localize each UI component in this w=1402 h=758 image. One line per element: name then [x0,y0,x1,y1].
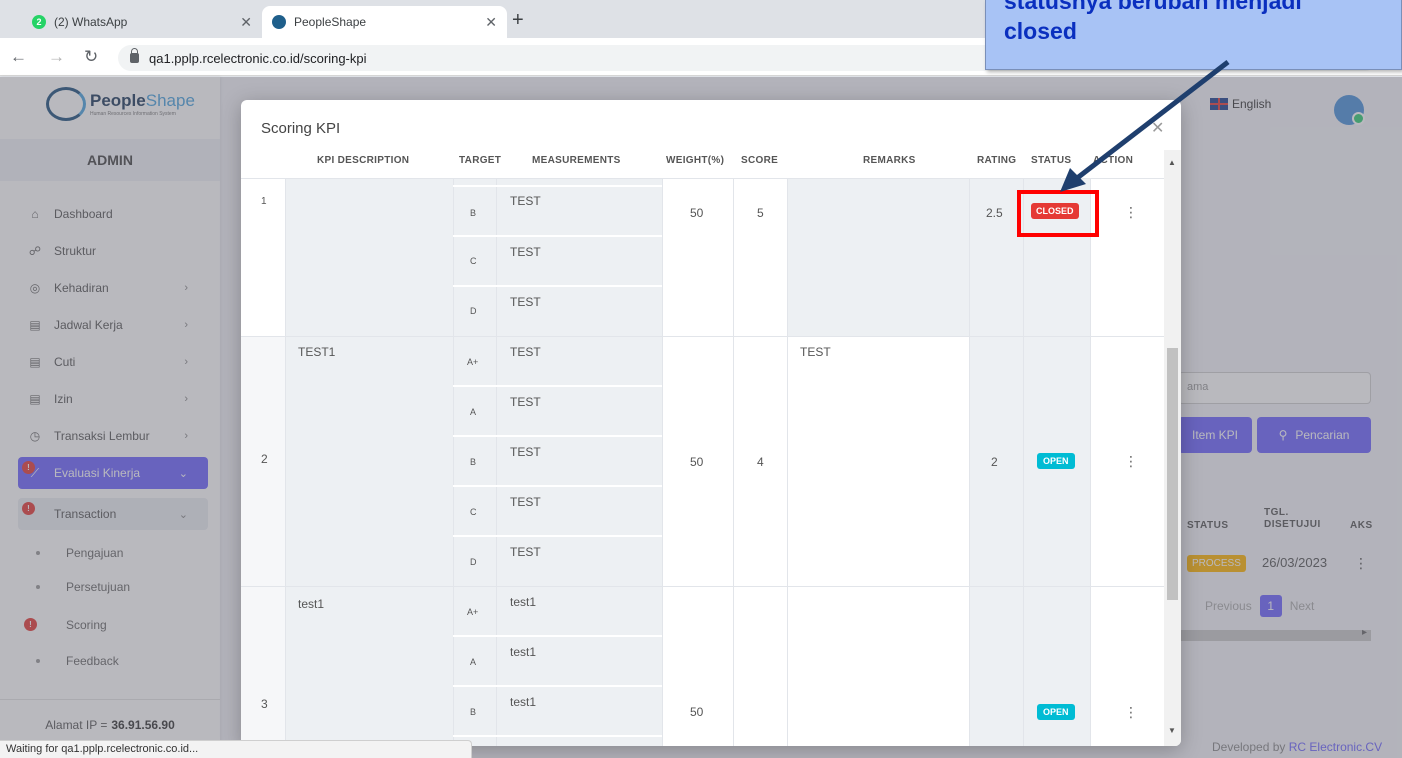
grid-line [453,685,662,687]
rating-value: 2.5 [986,206,1003,220]
row-menu-icon[interactable]: ⋮ [1124,204,1138,221]
kpi-description: test1 [298,597,325,611]
target-label: B [470,457,477,467]
tab-label: (2) WhatsApp [54,15,128,29]
row1-desc-bg [285,178,453,336]
header-measurements: MEASUREMENTS [532,155,621,166]
grid-line [285,178,286,746]
header-kpi-description: KPI DESCRIPTION [317,155,410,166]
target-label: C [470,507,477,517]
modal-title: Scoring KPI [261,120,341,137]
measurement-text: test1 [510,645,537,659]
header-target: TARGET [459,155,502,166]
measurement-text: TEST [510,495,541,509]
header-remarks: REMARKS [863,155,916,166]
measurement-text: test1 [510,595,537,609]
grid-line [453,735,662,737]
grid-line [241,178,1164,179]
grid-line [969,178,970,746]
row-number: 1 [261,196,267,207]
grid-line [241,336,1164,337]
scroll-down-icon[interactable]: ▼ [1168,726,1176,735]
peopleshape-favicon-icon [272,15,286,29]
kpi-description: TEST1 [298,345,336,359]
row-menu-icon[interactable]: ⋮ [1124,453,1138,470]
measurement-text: TEST [510,345,541,359]
grid-line [1023,178,1024,746]
scrollbar-thumb[interactable] [1167,348,1178,600]
target-label: A+ [467,357,479,367]
measurements-column-bg [496,178,662,746]
tab-whatsapp[interactable]: 2 (2) WhatsApp ✕ [22,6,262,38]
url-text: qa1.pplp.rcelectronic.co.id/scoring-kpi [149,50,367,66]
measurement-text: TEST [510,295,541,309]
weight-value: 50 [690,206,704,220]
grid-line [453,535,662,537]
target-label: B [470,707,477,717]
row-number: 2 [261,452,268,466]
forward-icon[interactable]: → [48,47,65,67]
grid-line [662,178,663,746]
new-tab-icon[interactable]: + [512,9,524,32]
row1-remarks-bg [787,178,969,336]
back-icon[interactable]: ← [10,47,27,67]
weight-value: 50 [690,705,704,719]
status-badge: OPEN [1037,704,1075,720]
grid-line [787,178,788,746]
desc-column-bg [285,336,453,746]
grid-line [453,178,454,746]
reload-icon[interactable]: ↻ [84,47,98,67]
remarks-text: TEST [800,345,831,359]
measurement-text: TEST [510,395,541,409]
grid-line [453,185,662,187]
header-weight: WEIGHT(%) [666,155,725,166]
annotation-line-2: closed [1004,18,1077,44]
annotation-line-1: statusnya berubah menjadi [1004,0,1302,14]
header-rating: RATING [977,155,1017,166]
row-menu-icon[interactable]: ⋮ [1124,704,1138,721]
target-label: B [470,208,477,218]
whatsapp-icon: 2 [32,15,46,29]
target-label: C [470,256,477,266]
score-value: 4 [757,455,764,469]
measurement-text: test1 [510,695,537,709]
grid-line [1090,178,1091,746]
target-label: A+ [467,607,479,617]
grid-line [496,178,497,746]
annotation-arrow-icon [1060,60,1230,192]
tab-label: PeopleShape [294,15,367,29]
close-tab-icon[interactable]: ✕ [485,14,497,31]
vertical-scrollbar[interactable]: ▲ ▼ [1164,150,1181,746]
grid-line [453,435,662,437]
target-label: D [470,306,477,316]
grid-line [453,285,662,287]
target-label: A [470,407,477,417]
rating-value: 2 [991,455,998,469]
score-value: 5 [757,206,764,220]
close-tab-icon[interactable]: ✕ [240,14,252,31]
header-score: SCORE [741,155,779,166]
measurement-text: TEST [510,245,541,259]
target-label: D [470,557,477,567]
weight-value: 50 [690,455,704,469]
lock-icon [130,48,139,63]
grid-line [453,235,662,237]
measurement-text: TEST [510,545,541,559]
status-badge: OPEN [1037,453,1075,469]
grid-line [733,178,734,746]
measurement-text: TEST [510,194,541,208]
grid-line [453,635,662,637]
grid-line [453,385,662,387]
target-label: A [470,657,477,667]
row-number: 3 [261,697,268,711]
tab-peopleshape[interactable]: PeopleShape ✕ [262,6,507,38]
grid-line [453,485,662,487]
measurement-text: TEST [510,445,541,459]
remarks-column-bg [787,336,969,746]
no-column-bg-2 [241,336,285,746]
browser-status-bar: Waiting for qa1.pplp.rcelectronic.co.id.… [0,740,472,758]
weight-score-bg [662,178,787,746]
grid-line [241,586,1164,587]
